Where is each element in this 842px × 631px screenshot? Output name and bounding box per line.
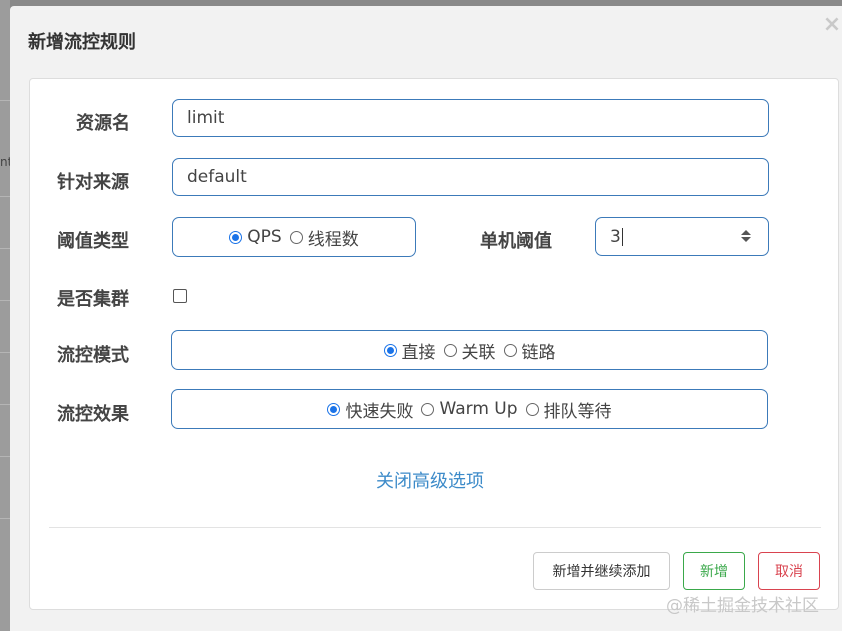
- radio-option-warm-up[interactable]: Warm Up: [421, 399, 518, 419]
- background-divider: [0, 456, 10, 457]
- radio-option-direct[interactable]: 直接: [383, 338, 436, 363]
- radio-label-qps: QPS: [247, 227, 282, 247]
- add-and-continue-button[interactable]: 新增并继续添加: [533, 552, 670, 590]
- flow-mode-label: 流控模式: [57, 345, 129, 366]
- radio-label-chain: 链路: [521, 342, 556, 363]
- number-spinner-icon[interactable]: [740, 228, 752, 244]
- radio-option-queue[interactable]: 排队等待: [525, 397, 612, 422]
- radio-option-related[interactable]: 关联: [443, 338, 496, 363]
- single-threshold-label: 单机阈值: [480, 231, 552, 252]
- radio-option-qps[interactable]: QPS: [229, 227, 282, 247]
- text-cursor: [621, 227, 623, 246]
- threshold-type-label: 阈值类型: [57, 231, 129, 252]
- background-divider: [0, 300, 10, 301]
- radio-label-direct: 直接: [401, 342, 436, 363]
- radio-queue[interactable]: [525, 402, 539, 416]
- resource-name-value: limit: [187, 108, 225, 128]
- source-label: 针对来源: [57, 172, 129, 193]
- radio-chain[interactable]: [503, 343, 517, 357]
- flow-rule-dialog: × 新增流控规则 资源名 limit 针对来源 default 阈值类型 QPS…: [10, 6, 842, 631]
- source-value: default: [187, 167, 247, 187]
- radio-option-thread-count[interactable]: 线程数: [289, 225, 359, 250]
- threshold-type-radio-group: QPS 线程数: [172, 217, 416, 257]
- radio-option-chain[interactable]: 链路: [503, 338, 556, 363]
- radio-related[interactable]: [443, 343, 457, 357]
- flow-effect-radio-group: 快速失败 Warm Up 排队等待: [171, 389, 768, 429]
- radio-fast-fail[interactable]: [327, 402, 341, 416]
- single-threshold-value: 3: [610, 226, 621, 247]
- resource-name-label: 资源名: [76, 113, 130, 134]
- radio-label-related: 关联: [461, 342, 496, 363]
- radio-option-fast-fail[interactable]: 快速失败: [327, 397, 413, 422]
- watermark: @稀土掘金技术社区: [666, 596, 819, 616]
- background-divider: [0, 100, 10, 101]
- radio-label-warm-up: Warm Up: [439, 399, 518, 419]
- flow-effect-label: 流控效果: [57, 404, 129, 425]
- cluster-checkbox[interactable]: [173, 289, 187, 303]
- background-page-edge: [0, 0, 10, 631]
- radio-direct[interactable]: [383, 343, 397, 357]
- flow-mode-radio-group: 直接 关联 链路: [171, 330, 768, 370]
- resource-name-input[interactable]: limit: [172, 99, 769, 137]
- background-divider: [0, 352, 10, 353]
- source-input[interactable]: default: [172, 158, 769, 196]
- background-divider: [0, 248, 10, 249]
- radio-warm-up[interactable]: [421, 402, 435, 416]
- close-icon[interactable]: ×: [822, 14, 842, 36]
- radio-thread-count[interactable]: [289, 230, 303, 244]
- background-divider: [0, 518, 10, 519]
- background-divider: [0, 404, 10, 405]
- radio-qps[interactable]: [229, 230, 243, 244]
- background-divider: [0, 196, 10, 197]
- cluster-label: 是否集群: [57, 289, 129, 310]
- radio-label-thread-count: 线程数: [307, 229, 359, 250]
- close-advanced-options-link[interactable]: 关闭高级选项: [376, 467, 484, 493]
- form-panel: 资源名 limit 针对来源 default 阈值类型 QPS 线程数 单机阈值…: [29, 78, 839, 610]
- cancel-button[interactable]: 取消: [758, 552, 820, 590]
- radio-label-queue: 排队等待: [543, 401, 612, 422]
- footer-divider: [49, 527, 821, 528]
- add-button[interactable]: 新增: [683, 552, 745, 590]
- radio-label-fast-fail: 快速失败: [345, 401, 414, 422]
- dialog-title: 新增流控规则: [28, 32, 136, 53]
- single-threshold-number-input[interactable]: 3: [595, 217, 769, 256]
